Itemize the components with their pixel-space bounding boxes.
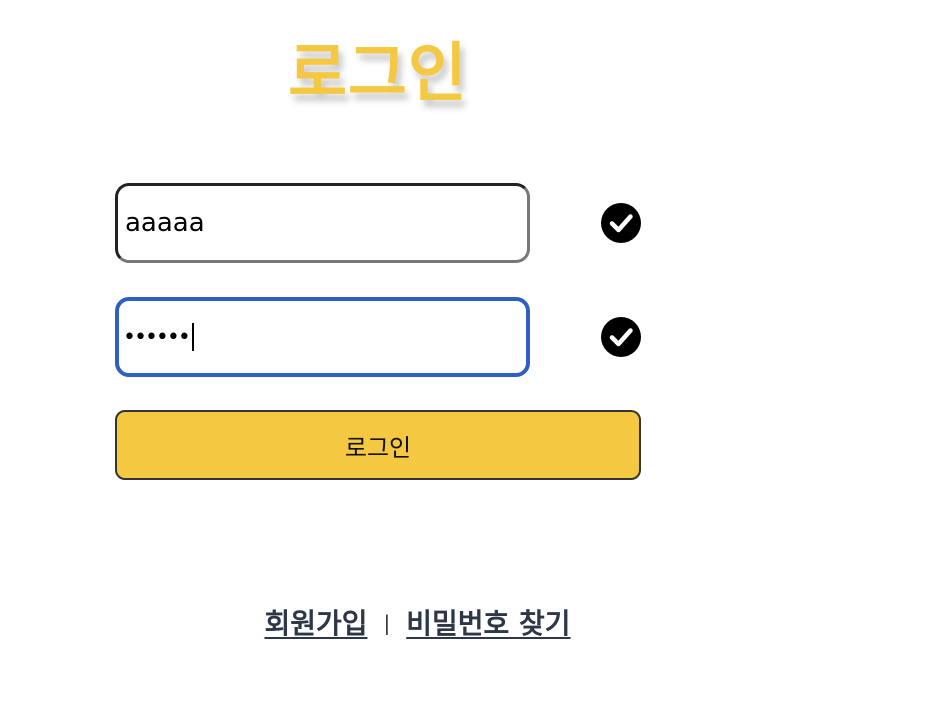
link-separator: |: [383, 611, 391, 635]
password-input-value: ••••••: [123, 324, 191, 350]
id-input-value: aaaaa: [125, 208, 205, 238]
id-input[interactable]: aaaaa: [115, 183, 530, 263]
page-title: 로그인: [288, 37, 468, 111]
signup-link[interactable]: 회원가입: [264, 607, 367, 640]
check-circle-icon: [601, 203, 641, 243]
password-input[interactable]: ••••••: [115, 297, 530, 377]
find-password-link[interactable]: 비밀번호 찾기: [406, 607, 570, 640]
check-circle-icon: [601, 317, 641, 357]
footer-links: 회원가입 | 비밀번호 찾기: [0, 602, 835, 642]
login-button[interactable]: 로그인: [115, 410, 641, 480]
text-caret: [191, 323, 194, 351]
